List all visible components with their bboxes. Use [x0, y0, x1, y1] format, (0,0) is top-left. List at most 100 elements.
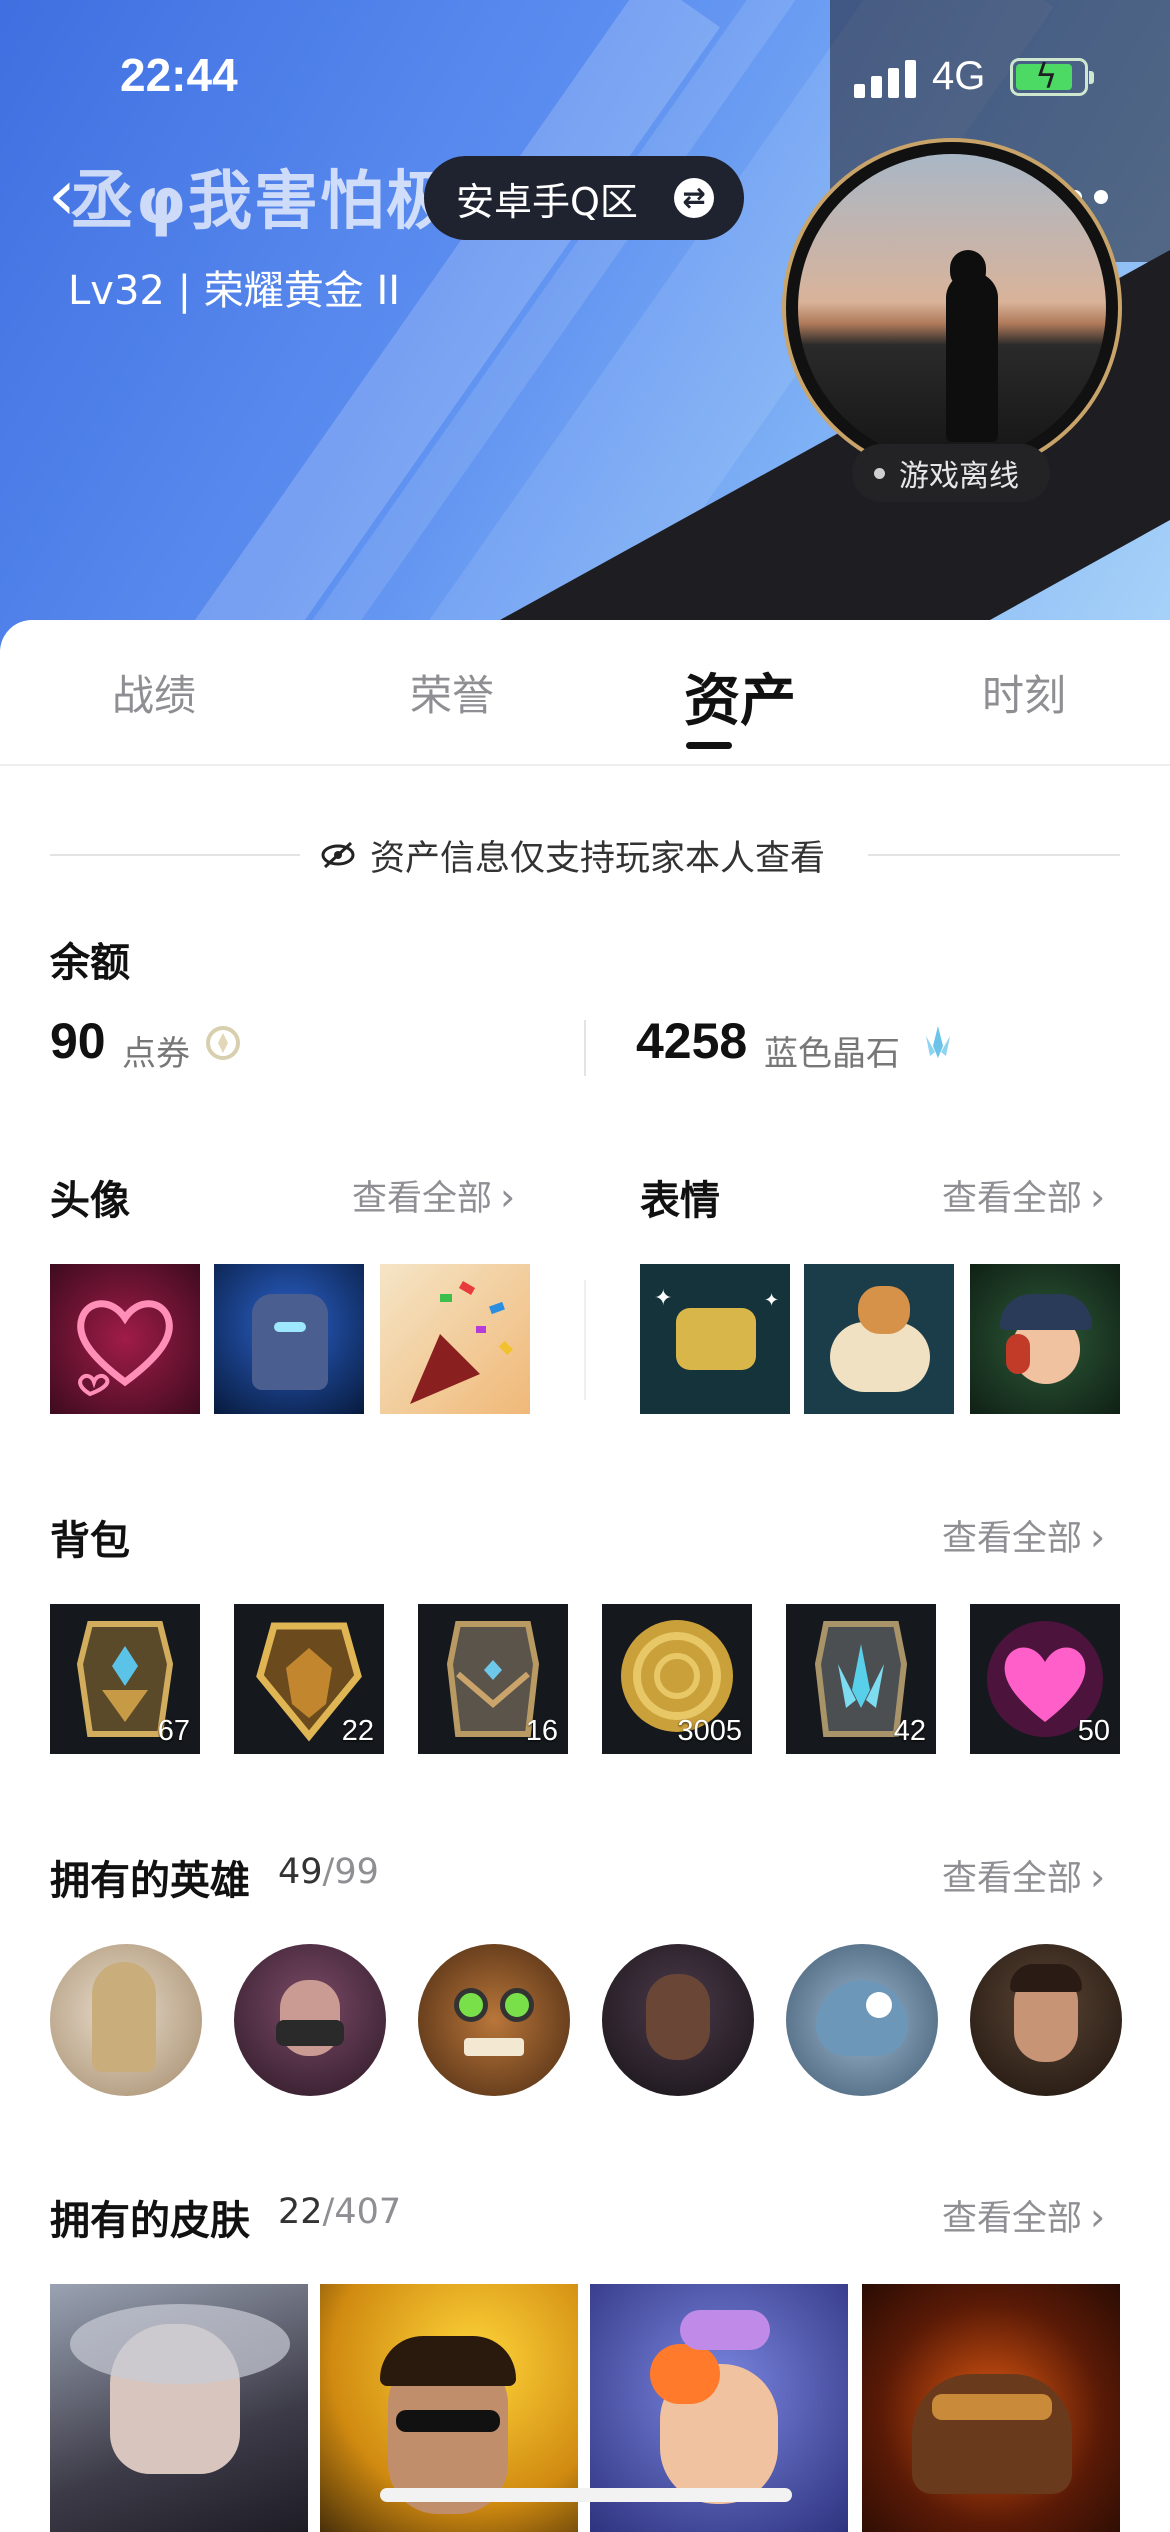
region-switch-button[interactable]: 安卓手Q区 ⇄: [424, 156, 744, 240]
backpack-item[interactable]: 3005: [602, 1604, 752, 1754]
sparkle-icon: ✦: [764, 1290, 780, 1311]
gold-fist-icon: [676, 1308, 756, 1370]
tab-bar: 战绩 荣誉 资产 时刻: [0, 620, 1170, 766]
player-avatar[interactable]: [782, 138, 1122, 478]
swap-icon: ⇄: [674, 178, 714, 218]
white-hair: [70, 2304, 290, 2384]
creature-eye: [866, 1992, 892, 2018]
points-value: 90: [50, 1013, 106, 1069]
emote-item[interactable]: [970, 1264, 1120, 1414]
backpack-item[interactable]: 67: [50, 1604, 200, 1754]
back-chevron-icon[interactable]: ‹: [48, 160, 76, 230]
tab-honors[interactable]: 荣誉: [410, 662, 494, 723]
content-panel: 战绩 荣誉 资产 时刻 资产信息仅支持玩家本人查看 余额 90 点券 4258 …: [0, 620, 1170, 2532]
hero-portrait[interactable]: [970, 1944, 1122, 2096]
hero-portrait[interactable]: [234, 1944, 386, 2096]
chevron-right-icon: ›: [500, 1175, 516, 1219]
presence-badge: 游戏离线: [852, 444, 1050, 502]
item-count: 22: [341, 1715, 374, 1747]
heroes-owned: 49: [278, 1852, 323, 1892]
fish-creature-icon: [816, 1980, 908, 2056]
pirate-hat: [1000, 1294, 1092, 1330]
divider: [50, 854, 300, 856]
chevron-right-icon: ›: [1090, 1175, 1106, 1219]
player-level-rank: Lv32 | 荣耀黄金 II: [68, 268, 401, 314]
face-mask: [276, 2020, 344, 2046]
hero-portrait[interactable]: [602, 1944, 754, 2096]
home-indicator[interactable]: [380, 2488, 792, 2502]
robot-figure-icon: [252, 1294, 328, 1390]
eye-hidden-icon: [320, 841, 356, 869]
battery-charging-icon: ϟ: [1010, 57, 1094, 97]
orange-hair: [650, 2344, 720, 2404]
goggle-icon: [454, 1988, 488, 2022]
robot-eye: [274, 1322, 306, 1332]
emotes-view-all-link[interactable]: 查看全部 ›: [942, 1170, 1105, 1221]
cellular-signal-icon: [854, 58, 916, 98]
skins-view-all-link[interactable]: 查看全部 ›: [942, 2190, 1105, 2241]
hair: [1010, 1964, 1082, 1992]
view-all-label: 查看全部: [942, 1519, 1083, 1559]
sunglasses-icon: [396, 2410, 500, 2432]
crystals-unit: 蓝色晶石: [764, 1034, 900, 1074]
region-label: 安卓手Q区: [456, 179, 638, 224]
heroes-title: 拥有的英雄: [50, 1858, 250, 1904]
hair: [380, 2336, 516, 2386]
crystals-value: 4258: [636, 1013, 748, 1069]
tab-moments[interactable]: 时刻: [982, 662, 1066, 723]
backpack-item[interactable]: 16: [418, 1604, 568, 1754]
points-coin-icon: [204, 1024, 242, 1062]
item-count: 67: [157, 1715, 190, 1747]
corgi-head: [858, 1286, 910, 1334]
heroes-view-all-link[interactable]: 查看全部 ›: [942, 1850, 1105, 1901]
backpack-item[interactable]: 22: [234, 1604, 384, 1754]
armor-plate: [932, 2394, 1052, 2420]
avatars-title: 头像: [50, 1178, 130, 1224]
avatar-item[interactable]: [214, 1264, 364, 1414]
tab-records[interactable]: 战绩: [112, 662, 196, 723]
privacy-notice-text: 资产信息仅支持玩家本人查看: [370, 838, 826, 879]
divider: [584, 1280, 586, 1400]
item-count: 3005: [677, 1715, 742, 1747]
status-time: 22:44: [120, 49, 238, 101]
status-dot-icon: [874, 467, 885, 479]
backpack-item[interactable]: 50: [970, 1604, 1120, 1754]
divider: [584, 1020, 586, 1076]
gold-helmet-icon: [92, 1962, 156, 2072]
points-unit: 点券: [122, 1034, 190, 1074]
emote-item[interactable]: [804, 1264, 954, 1414]
avatar-item[interactable]: [380, 1264, 530, 1414]
privacy-notice: 资产信息仅支持玩家本人查看: [50, 830, 1120, 880]
skin-creature-icon: [912, 2374, 1072, 2494]
active-tab-indicator: [686, 742, 732, 749]
emote-item[interactable]: ✦ ✦: [640, 1264, 790, 1414]
profile-header: 22:44 4G ϟ 丞φ我害怕极了 ‹ 安卓手Q区 ⇄ Lv32 | 荣耀黄金…: [0, 0, 1170, 650]
party-popper-icon: [410, 1281, 514, 1404]
avatar-item[interactable]: [50, 1264, 200, 1414]
heroes-count: 49/99: [278, 1852, 379, 1892]
item-count: 16: [525, 1715, 558, 1747]
grin-icon: [464, 2038, 524, 2056]
chevron-right-icon: ›: [1090, 1855, 1106, 1899]
chevron-right-icon: ›: [1090, 1515, 1106, 1559]
hero-portrait[interactable]: [418, 1944, 570, 2096]
tab-assets[interactable]: 资产: [684, 656, 796, 737]
backpack-item[interactable]: 42: [786, 1604, 936, 1754]
item-count: 42: [893, 1715, 926, 1747]
goggle-icon: [500, 1988, 534, 2022]
status-bar: 22:44 4G ϟ: [0, 0, 1170, 150]
view-all-label: 查看全部: [942, 1179, 1083, 1219]
divider: [868, 854, 1120, 856]
avatars-view-all-link[interactable]: 查看全部 ›: [352, 1170, 515, 1221]
skin-card[interactable]: [50, 2284, 308, 2532]
view-all-label: 查看全部: [942, 2199, 1083, 2239]
backpack-view-all-link[interactable]: 查看全部 ›: [942, 1510, 1105, 1561]
skin-card[interactable]: [862, 2284, 1120, 2532]
hero-portrait[interactable]: [50, 1944, 202, 2096]
view-all-label: 查看全部: [352, 1179, 493, 1219]
skins-owned: 22: [278, 2192, 323, 2232]
item-count: 50: [1077, 1715, 1110, 1747]
feather-hat: [680, 2310, 770, 2350]
avatar-image: [798, 154, 1106, 462]
hero-portrait[interactable]: [786, 1944, 938, 2096]
